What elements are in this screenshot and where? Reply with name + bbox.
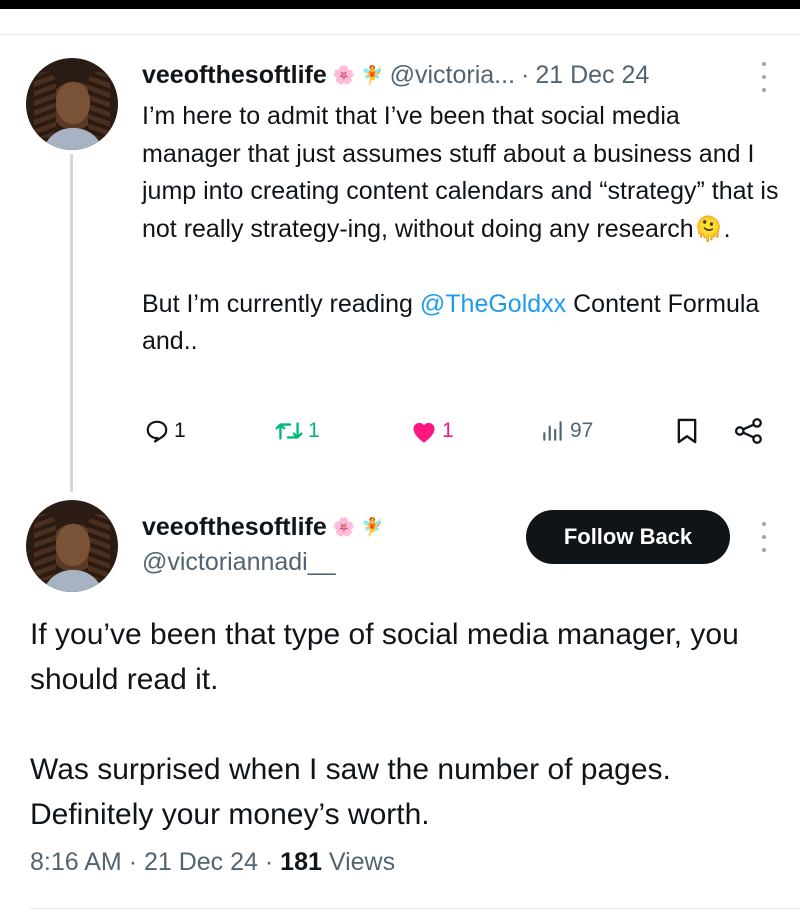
bookmark-button[interactable] (674, 413, 700, 449)
separator: · (128, 848, 138, 876)
follow-back-button[interactable]: Follow Back (526, 510, 730, 564)
separator: · (264, 848, 274, 876)
tweet-date[interactable]: 21 Dec 24 (144, 848, 258, 876)
like-count: 1 (442, 419, 454, 442)
tweet-meta: 8:16 AM · 21 Dec 24 · 181 Views (30, 848, 395, 877)
share-icon (734, 418, 762, 444)
tweet-action-bar: 1 1 1 97 (142, 413, 782, 449)
top-status-bar (0, 0, 800, 9)
heart-icon (413, 422, 435, 443)
tweet-text-period: . (723, 214, 731, 243)
tweet-text-paragraph: If you’ve been that type of social media… (30, 618, 748, 696)
views-count: 181 (280, 848, 322, 876)
avatar[interactable] (26, 500, 118, 592)
fairy-emoji: 🧚 (361, 64, 384, 85)
tweet-text-paragraph: But I’m currently reading (142, 289, 420, 318)
retweet-count: 1 (308, 419, 320, 442)
fairy-emoji: 🧚 (361, 516, 384, 537)
reply-tweet-text: I’m here to admit that I’ve been that so… (142, 98, 782, 361)
views-chart-icon (543, 421, 562, 441)
display-name[interactable]: veeofthesoftlife (142, 61, 327, 90)
tweet-text-paragraph: I’m here to admit that I’ve been that so… (142, 102, 786, 243)
thread-connector-line (70, 154, 73, 492)
divider (30, 908, 800, 909)
retweet-icon (275, 422, 303, 440)
reply-button[interactable]: 1 (144, 413, 186, 449)
avatar[interactable] (26, 58, 118, 150)
mention-link[interactable]: @TheGoldxx (420, 290, 566, 318)
cherry-blossom-emoji: 🌸 (332, 516, 356, 537)
more-icon[interactable] (759, 62, 769, 92)
main-tweet-header: veeofthesoftlife 🌸 🧚 @victoriannadi__ (142, 510, 384, 577)
reply-tweet-header: veeofthesoftlife 🌸 🧚 @victoria... · 21 D… (142, 58, 649, 92)
divider (0, 34, 800, 35)
reply-count: 1 (174, 419, 186, 442)
tweet-time[interactable]: 8:16 AM (30, 848, 122, 876)
views-count: 97 (570, 419, 594, 442)
melting-face-emoji: 🫠 (693, 216, 724, 244)
retweet-button[interactable]: 1 (274, 413, 320, 449)
tweet-date[interactable]: 21 Dec 24 (535, 61, 649, 90)
like-button[interactable]: 1 (410, 413, 454, 449)
more-icon[interactable] (759, 522, 769, 552)
display-name[interactable]: veeofthesoftlife (142, 513, 327, 542)
views-button[interactable]: 97 (540, 413, 593, 449)
main-tweet-text: If you’ve been that type of social media… (30, 612, 790, 837)
share-button[interactable] (734, 413, 764, 449)
reply-icon (146, 420, 168, 443)
bookmark-icon (677, 418, 697, 444)
tweet-text-paragraph: Was surprised when I saw the number of p… (30, 753, 680, 831)
views-label: Views (328, 848, 396, 876)
handle[interactable]: @victoria... (390, 61, 515, 90)
handle[interactable]: @victoriannadi__ (142, 548, 384, 577)
separator: · (521, 60, 530, 89)
cherry-blossom-emoji: 🌸 (332, 64, 356, 85)
